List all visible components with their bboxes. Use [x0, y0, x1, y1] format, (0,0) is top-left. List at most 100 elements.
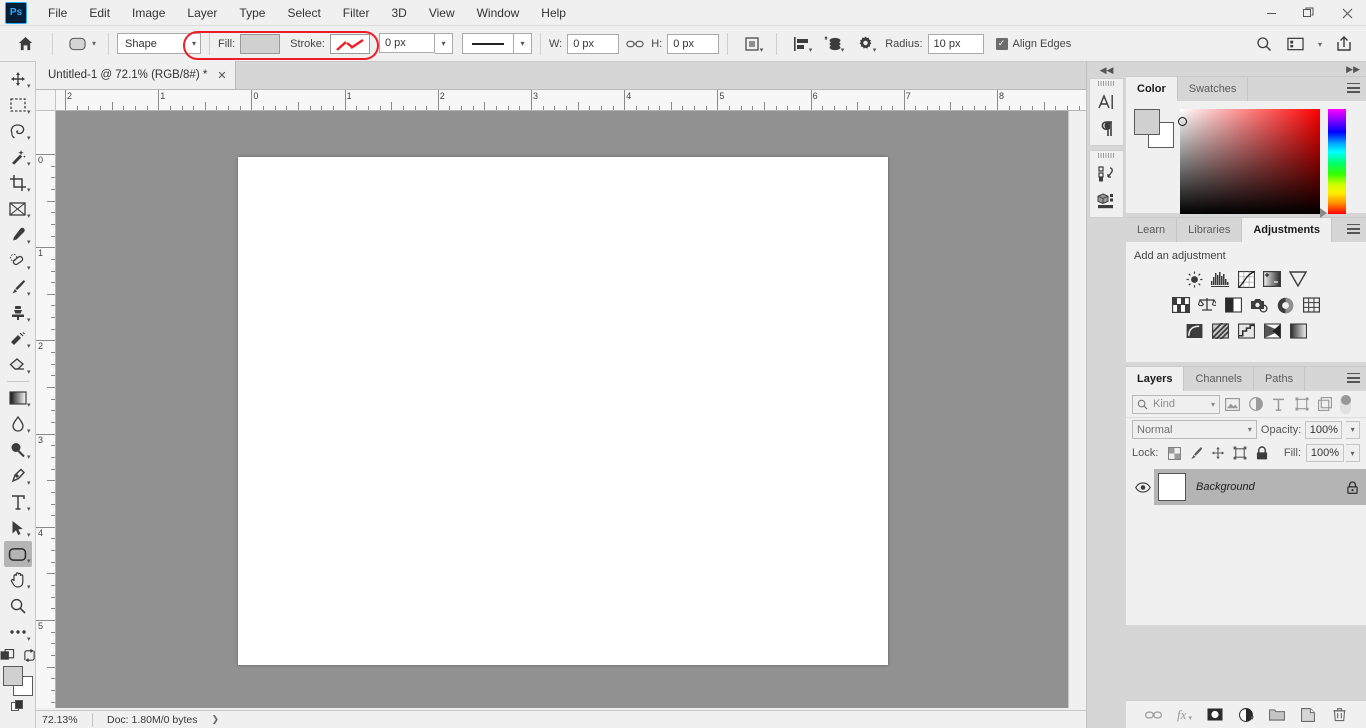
- type-tool[interactable]: ▾: [4, 489, 32, 515]
- channel-mixer-icon[interactable]: [1276, 296, 1294, 314]
- layer-style-icon[interactable]: fx ▾: [1174, 705, 1194, 725]
- character-styles-panel-icon[interactable]: [1090, 160, 1123, 187]
- hand-tool[interactable]: ▾: [4, 567, 32, 593]
- swap-colors-icon[interactable]: [23, 649, 36, 662]
- share-icon[interactable]: [1331, 31, 1357, 57]
- menu-edit[interactable]: Edit: [78, 1, 121, 25]
- new-layer-icon[interactable]: [1298, 705, 1318, 725]
- menu-help[interactable]: Help: [530, 1, 577, 25]
- menu-3d[interactable]: 3D: [380, 1, 417, 25]
- eye-icon[interactable]: [1132, 481, 1154, 493]
- opacity-value[interactable]: 100%: [1305, 420, 1343, 439]
- fill-value[interactable]: 100%: [1306, 444, 1344, 462]
- document-artboard[interactable]: [238, 157, 888, 665]
- link-icon[interactable]: [622, 31, 648, 57]
- tab-layers[interactable]: Layers: [1126, 367, 1185, 391]
- width-input[interactable]: 0 px: [567, 33, 620, 54]
- adjustment-layer-filter-icon[interactable]: [1245, 394, 1266, 415]
- type-layer-filter-icon[interactable]: [1268, 394, 1289, 415]
- close-button[interactable]: [1328, 0, 1366, 26]
- panel-dock-collapse[interactable]: ▶▶: [1126, 62, 1366, 76]
- panel-menu-icon[interactable]: [1347, 367, 1360, 391]
- fill-color-swatch[interactable]: [240, 33, 281, 54]
- layer-thumbnail[interactable]: [1158, 473, 1186, 501]
- menu-filter[interactable]: Filter: [332, 1, 381, 25]
- maximize-restore-button[interactable]: [1290, 0, 1328, 26]
- zoom-level-input[interactable]: 72.13%: [36, 714, 92, 726]
- chevron-down-icon[interactable]: ▾: [434, 33, 453, 54]
- delete-layer-icon[interactable]: [1329, 705, 1349, 725]
- menu-file[interactable]: File: [37, 1, 78, 25]
- menu-layer[interactable]: Layer: [176, 1, 228, 25]
- tab-color[interactable]: Color: [1126, 77, 1178, 101]
- zoom-tool[interactable]: [4, 593, 32, 619]
- foreground-color-swatch[interactable]: [2, 666, 23, 686]
- rounded-rectangle-tool[interactable]: ▾: [3, 541, 32, 567]
- document-tab[interactable]: Untitled-1 @ 72.1% (RGB/8#) * ✕: [36, 61, 236, 89]
- lock-position-icon[interactable]: [1208, 443, 1228, 463]
- lock-artboard-icon[interactable]: [1230, 443, 1250, 463]
- blur-tool[interactable]: ▾: [4, 411, 32, 437]
- stroke-width-control[interactable]: 0 px ▾: [378, 33, 453, 54]
- active-tool-preview[interactable]: ▾: [61, 31, 100, 57]
- foreground-background-colors[interactable]: [2, 666, 33, 696]
- color-balance-icon[interactable]: [1198, 296, 1216, 314]
- black-white-icon[interactable]: [1224, 296, 1242, 314]
- layer-item-background[interactable]: Background: [1154, 469, 1366, 505]
- canvas-vertical-scrollbar[interactable]: [1068, 111, 1086, 708]
- tab-adjustments[interactable]: Adjustments: [1242, 218, 1332, 242]
- history-brush-tool[interactable]: ▾: [4, 326, 32, 352]
- menu-view[interactable]: View: [418, 1, 466, 25]
- menu-image[interactable]: Image: [121, 1, 176, 25]
- align-edges-checkbox[interactable]: ✓ Align Edges: [995, 37, 1077, 50]
- character-panel-icon[interactable]: [1090, 88, 1123, 115]
- gradient-map-icon[interactable]: [1263, 322, 1281, 340]
- invert-icon[interactable]: [1185, 322, 1203, 340]
- chevron-down-icon[interactable]: ▾: [1318, 40, 1322, 49]
- crop-tool[interactable]: ▾: [4, 170, 32, 196]
- layer-filter-toggle[interactable]: [1340, 394, 1351, 414]
- menu-select[interactable]: Select: [276, 1, 331, 25]
- lasso-tool[interactable]: ▾: [4, 118, 32, 144]
- drag-grip[interactable]: [1090, 151, 1123, 160]
- frame-tool[interactable]: ▾: [4, 196, 32, 222]
- color-lookup-icon[interactable]: [1302, 296, 1320, 314]
- selective-color-icon[interactable]: [1289, 322, 1307, 340]
- chevron-right-icon[interactable]: ❯: [211, 714, 219, 725]
- clone-stamp-tool[interactable]: ▾: [4, 300, 32, 326]
- search-icon[interactable]: [1251, 31, 1277, 57]
- pixel-layer-filter-icon[interactable]: [1222, 394, 1243, 415]
- chevron-down-icon[interactable]: ▾: [513, 33, 532, 54]
- quick-mask-icon[interactable]: [0, 649, 15, 662]
- vibrance-icon[interactable]: [1289, 270, 1307, 288]
- dodge-tool[interactable]: ▾: [4, 437, 32, 463]
- color-panel-foreground-swatch[interactable]: [1134, 109, 1160, 135]
- panel-menu-icon[interactable]: [1347, 77, 1360, 101]
- threshold-icon[interactable]: [1237, 322, 1255, 340]
- radius-input[interactable]: 10 px: [927, 33, 984, 54]
- spot-healing-brush-tool[interactable]: ▾: [4, 248, 32, 274]
- gear-icon[interactable]: ▾: [852, 31, 878, 57]
- path-selection-tool[interactable]: ▾: [4, 515, 32, 541]
- color-field[interactable]: [1178, 109, 1320, 214]
- exposure-icon[interactable]: [1263, 270, 1281, 288]
- default-colors-icon[interactable]: [10, 700, 25, 712]
- hue-saturation-icon[interactable]: [1172, 296, 1190, 314]
- move-tool[interactable]: ▾: [4, 66, 32, 92]
- stroke-width-value[interactable]: 0 px: [378, 33, 435, 53]
- magic-wand-tool[interactable]: ▾: [4, 144, 32, 170]
- tab-channels[interactable]: Channels: [1184, 367, 1254, 391]
- new-group-icon[interactable]: [1267, 705, 1287, 725]
- layer-filter-kind-select[interactable]: Kind ▾: [1132, 394, 1220, 414]
- collapse-panels-icon[interactable]: ◀◀: [1087, 62, 1126, 78]
- path-arrangement-icon[interactable]: ▾: [820, 31, 846, 57]
- hue-slider[interactable]: [1320, 109, 1346, 218]
- minimize-button[interactable]: [1252, 0, 1290, 26]
- workspace-icon[interactable]: [1283, 31, 1309, 57]
- table-row[interactable]: Background: [1126, 469, 1366, 505]
- gradient-tool[interactable]: ▾: [4, 385, 32, 411]
- edit-toolbar-tool[interactable]: ▾: [4, 619, 32, 645]
- levels-icon[interactable]: [1211, 270, 1229, 288]
- lock-all-icon[interactable]: [1252, 443, 1272, 463]
- rectangular-marquee-tool[interactable]: ▾: [4, 92, 32, 118]
